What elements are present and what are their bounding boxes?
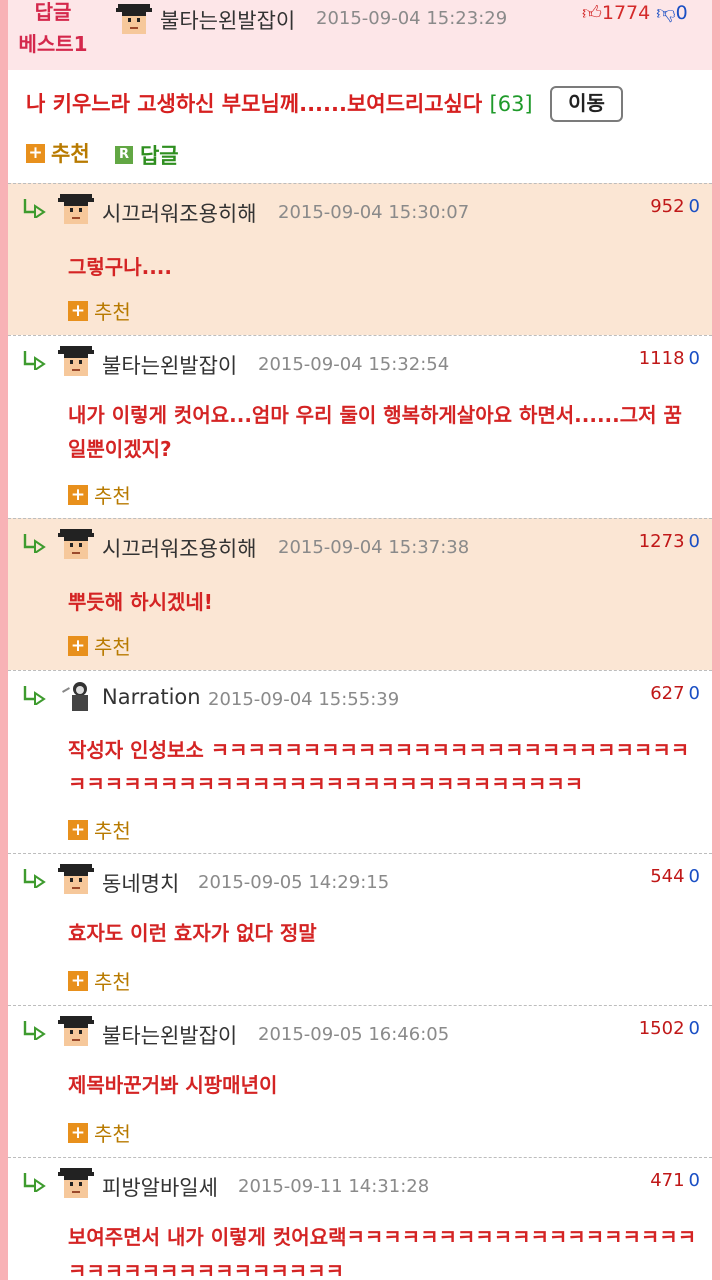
comment-nickname[interactable]: 불타는왼발잡이 <box>102 350 237 380</box>
reply-arrow-icon <box>23 869 46 888</box>
reply-arrow-icon <box>23 686 46 705</box>
comment-text: 내가 이렇게 컷어요...엄마 우리 둘이 행복하게살아요 하면서......그… <box>68 403 682 461</box>
best-reply: 답글 베스트1 불타는왼발잡이 2015-09-04 15:23:29 👍︎17… <box>8 0 712 183</box>
comment-item: 불타는왼발잡이 2015-09-04 15:32:54 1118 0 내가 이렇게… <box>8 335 712 518</box>
comment-vote-counts: 544 0 <box>650 866 700 887</box>
plus-icon: + <box>68 300 88 321</box>
comment-text: 보여주면서 내가 이렇게 컷어요랙ㅋㅋㅋㅋㅋㅋㅋㅋㅋㅋㅋㅋㅋㅋㅋㅋㅋㅋㅋㅋㅋㅋㅋ… <box>68 1225 697 1280</box>
comment-nickname[interactable]: 동네명치 <box>102 868 179 898</box>
reply-arrow-icon <box>23 1173 46 1192</box>
comment-date: 2015-09-05 14:29:15 <box>198 872 390 893</box>
reply-r-icon: R <box>114 145 133 164</box>
comment-nickname[interactable]: 불타는왼발잡이 <box>102 1020 237 1050</box>
reply-arrow-icon <box>23 1021 46 1040</box>
recommend-button[interactable]: + 추천 <box>68 631 131 660</box>
comment-item: 불타는왼발잡이 2015-09-05 16:46:05 1502 0 제목바꾼거봐… <box>8 1005 712 1157</box>
recommend-button[interactable]: + 추천 <box>68 815 131 844</box>
best-actions: + 추천 R 답글 <box>26 138 197 170</box>
pixel-avatar-icon <box>58 1016 94 1046</box>
best-likes: 1774 <box>601 2 651 24</box>
comment-item: Narration 2015-09-04 15:55:39 627 0 작성자 인… <box>8 670 712 853</box>
pixel-avatar-icon <box>58 346 94 376</box>
plus-icon: + <box>68 635 88 656</box>
comment-vote-counts: 1118 0 <box>638 348 700 369</box>
comment-nickname[interactable]: 시끄러워조용히해 <box>102 533 257 563</box>
comment-page: 답글 베스트1 불타는왼발잡이 2015-09-04 15:23:29 👍︎17… <box>0 0 720 1280</box>
best-reply-title[interactable]: 나 키우느라 고생하신 부모님께......보여드리고싶다 [63] <box>26 88 533 118</box>
comment-text: 제목바꾼거봐 시팡매년이 <box>68 1073 278 1097</box>
comment-text: 그렇구나.... <box>68 255 172 279</box>
pixel-avatar-icon <box>58 864 94 894</box>
narration-avatar-icon <box>62 682 88 711</box>
comment-vote-counts: 627 0 <box>650 683 700 704</box>
plus-icon: + <box>68 970 88 991</box>
best-nickname[interactable]: 불타는왼발잡이 <box>160 5 295 35</box>
plus-icon: + <box>68 1122 88 1143</box>
best-date: 2015-09-04 15:23:29 <box>316 8 508 29</box>
comment-vote-counts: 1502 0 <box>638 1018 700 1039</box>
move-button[interactable]: 이동 <box>550 86 623 122</box>
best-dislikes: 0 <box>675 2 688 24</box>
comment-nickname[interactable]: Narration <box>102 685 201 709</box>
best-label: 답글 베스트1 <box>18 0 88 56</box>
comment-text: 효자도 이런 효자가 없다 정말 <box>68 921 317 945</box>
recommend-button[interactable]: + 추천 <box>68 1118 131 1147</box>
reply-count: [63] <box>489 92 533 116</box>
comment-vote-counts: 471 0 <box>650 1170 700 1191</box>
reply-arrow-icon <box>23 199 46 218</box>
pixel-avatar-icon <box>58 194 94 224</box>
comment-text: 작성자 인성보소 ㅋㅋㅋㅋㅋㅋㅋㅋㅋㅋㅋㅋㅋㅋㅋㅋㅋㅋㅋㅋㅋㅋㅋㅋㅋㅋㅋㅋㅋㅋㅋ… <box>68 738 690 796</box>
thumbs-down-icon[interactable]: 👎︎ <box>656 2 675 24</box>
comment-date: 2015-09-04 15:30:07 <box>278 202 470 223</box>
pixel-avatar-icon <box>116 2 152 36</box>
reply-arrow-icon <box>23 351 46 370</box>
recommend-button[interactable]: + 추천 <box>68 480 131 509</box>
recommend-button[interactable]: + 추천 <box>68 296 131 325</box>
comment-vote-counts: 1273 0 <box>638 531 700 552</box>
comment-item: 동네명치 2015-09-05 14:29:15 544 0 효자도 이런 효자가… <box>8 853 712 1005</box>
comment-item: 피방알바일세 2015-09-11 14:31:28 471 0 보여주면서 내가… <box>8 1157 712 1280</box>
plus-icon: + <box>68 819 88 840</box>
comment-nickname[interactable]: 피방알바일세 <box>102 1172 218 1202</box>
comment-date: 2015-09-05 16:46:05 <box>258 1024 450 1045</box>
comment-date: 2015-09-04 15:37:38 <box>278 537 470 558</box>
comment-nickname[interactable]: 시끄러워조용히해 <box>102 198 257 228</box>
pixel-avatar-icon <box>58 1168 94 1198</box>
pixel-avatar-icon <box>58 529 94 559</box>
plus-icon: + <box>26 143 45 163</box>
thumbs-up-icon[interactable]: 👍︎ <box>582 2 602 24</box>
comment-date: 2015-09-04 15:32:54 <box>258 354 450 375</box>
comment-item: 시끄러워조용히해 2015-09-04 15:30:07 952 0 그렇구나..… <box>8 183 712 335</box>
plus-icon: + <box>68 484 88 505</box>
comment-date: 2015-09-11 14:31:28 <box>238 1176 430 1197</box>
comment-date: 2015-09-04 15:55:39 <box>208 689 400 710</box>
best-vote-counts: 👍︎1774 👎︎0 <box>582 2 688 25</box>
comment-text: 뿌듯해 하시겠네! <box>68 590 213 614</box>
comment-item: 시끄러워조용히해 2015-09-04 15:37:38 1273 0 뿌듯해 하… <box>8 518 712 670</box>
reply-button[interactable]: R 답글 <box>114 140 179 170</box>
recommend-button[interactable]: + 추천 <box>26 138 90 168</box>
reply-arrow-icon <box>23 534 46 553</box>
comment-vote-counts: 952 0 <box>650 196 700 217</box>
recommend-button[interactable]: + 추천 <box>68 966 131 995</box>
